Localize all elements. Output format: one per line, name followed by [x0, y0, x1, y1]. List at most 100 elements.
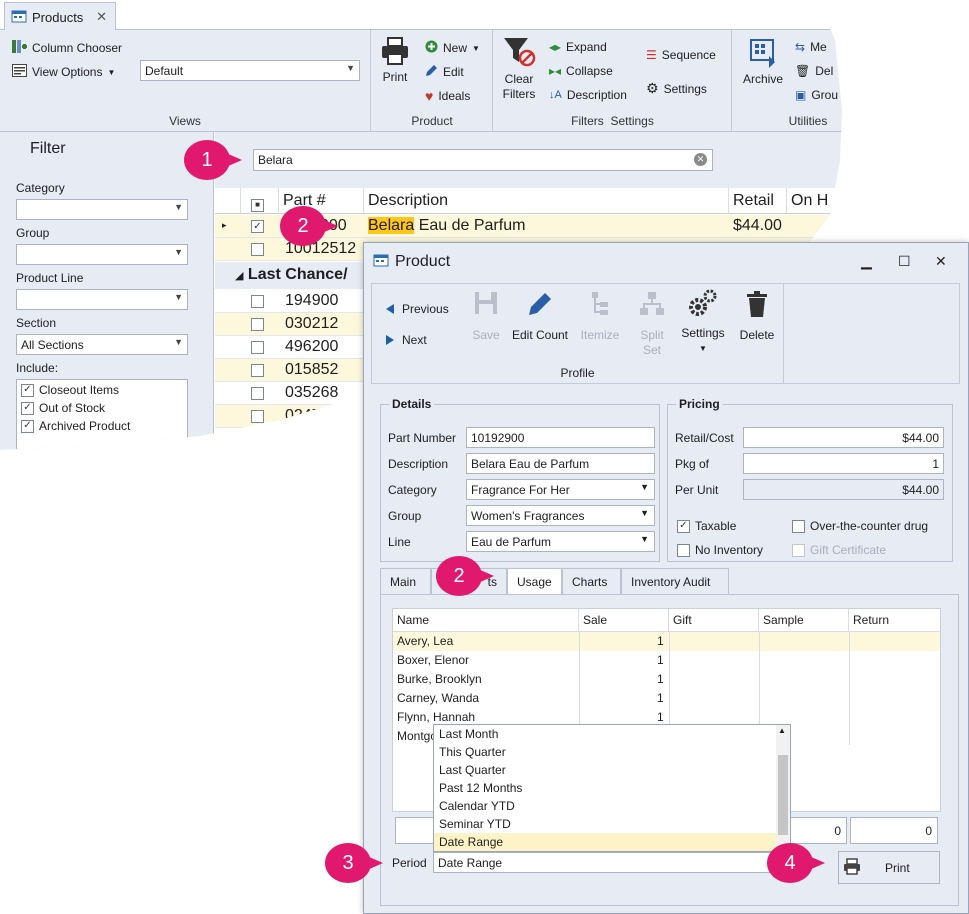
maximize-icon[interactable]: ☐: [898, 253, 911, 270]
group-label: Group: [16, 226, 50, 240]
pkg-of-field[interactable]: 1: [743, 453, 944, 474]
part-number-field[interactable]: 10192900: [466, 427, 655, 448]
header-description[interactable]: Description: [364, 188, 729, 214]
view-combo[interactable]: Default ▼: [140, 60, 360, 81]
close-icon[interactable]: ✕: [935, 253, 947, 270]
clear-search-icon[interactable]: ✕: [694, 153, 707, 166]
new-button[interactable]: New ▼: [425, 40, 480, 56]
include-archived[interactable]: ✓ Archived Product: [21, 419, 130, 433]
list-item[interactable]: This Quarter: [434, 743, 776, 761]
scrollbar[interactable]: ▲: [776, 725, 790, 851]
no-inventory-checkbox[interactable]: No Inventory: [677, 543, 763, 557]
sequence-button[interactable]: ☰ Sequence: [646, 48, 716, 62]
split-set-button[interactable]: Split Set: [630, 290, 674, 358]
list-item[interactable]: Last Month: [434, 725, 776, 743]
table-row[interactable]: Carney, Wanda 1: [393, 689, 940, 708]
header-on-hand[interactable]: On H: [787, 188, 842, 214]
settings-button[interactable]: Settings ▼: [678, 288, 728, 356]
save-button[interactable]: Save: [464, 290, 508, 343]
otc-drug-checkbox[interactable]: Over-the-counter drug: [792, 519, 928, 533]
list-item-selected[interactable]: Date Range: [434, 833, 776, 851]
include-closeout[interactable]: ✓ Closeout Items: [21, 383, 119, 397]
merge-button[interactable]: ⇆ Me: [795, 40, 827, 54]
row-checkbox[interactable]: [251, 433, 264, 446]
taxable-checkbox[interactable]: ✓ Taxable: [677, 519, 736, 533]
header-sample[interactable]: Sample: [759, 609, 849, 632]
minimize-icon[interactable]: ▁: [861, 253, 872, 270]
search-input[interactable]: Belara ✕: [253, 149, 713, 171]
table-row[interactable]: Burke, Brooklyn 1: [393, 670, 940, 689]
products-tab[interactable]: Products ✕: [4, 2, 116, 31]
row-checkbox[interactable]: [251, 387, 264, 400]
list-item[interactable]: Seminar YTD: [434, 815, 776, 833]
description-sort-button[interactable]: ↓A Description: [549, 88, 627, 102]
filters-settings-group: Clear Filters ◂▸ Expand ▸◂ Collapse ↓A D…: [494, 30, 732, 132]
group-button[interactable]: ▣ Grou: [795, 88, 838, 102]
print-usage-button[interactable]: Print: [838, 851, 940, 884]
row-checkbox[interactable]: ✓: [251, 220, 264, 233]
group-combo[interactable]: ▼: [16, 244, 188, 265]
print-button[interactable]: Print: [378, 36, 412, 85]
scroll-up-icon[interactable]: ▲: [778, 726, 786, 735]
settings-button[interactable]: ⚙ Settings: [646, 80, 707, 97]
archive-button[interactable]: Archive: [741, 38, 785, 87]
view-options-button[interactable]: View Options ▼: [12, 64, 115, 80]
column-chooser-button[interactable]: Column Chooser: [12, 40, 122, 56]
checkbox-checked[interactable]: ✓: [21, 383, 34, 397]
chevron-down-icon: ▼: [640, 482, 649, 492]
gift-certificate-checkbox[interactable]: Gift Certificate: [792, 543, 886, 557]
scrollbar-thumb[interactable]: [778, 755, 788, 835]
table-row[interactable]: Boxer, Elenor 1: [393, 651, 940, 670]
description-field[interactable]: Belara Eau de Parfum: [466, 453, 655, 474]
ideals-button[interactable]: ♥ Ideals: [425, 88, 470, 104]
tab-usage[interactable]: Usage: [507, 568, 562, 596]
period-select[interactable]: Date Range: [433, 852, 791, 873]
list-item[interactable]: Calendar YTD: [434, 797, 776, 815]
header-gift[interactable]: Gift: [669, 609, 759, 632]
edit-button[interactable]: Edit: [425, 64, 464, 80]
row-checkbox[interactable]: [251, 318, 264, 331]
header-retail[interactable]: Retail: [729, 188, 787, 214]
close-icon[interactable]: ✕: [96, 9, 107, 25]
row-checkbox[interactable]: [251, 341, 264, 354]
select-all-checkbox[interactable]: ■: [241, 188, 279, 214]
include-out-of-stock[interactable]: ✓ Out of Stock: [21, 401, 105, 415]
list-item[interactable]: Last Quarter: [434, 761, 776, 779]
list-item[interactable]: Past 12 Months: [434, 779, 776, 797]
category-combo[interactable]: ▼: [16, 199, 188, 220]
next-button[interactable]: Next: [386, 333, 427, 347]
line-select[interactable]: Eau de Parfum ▼: [466, 531, 655, 552]
clear-filters-button[interactable]: Clear Filters: [498, 36, 540, 102]
table-row[interactable]: Avery, Lea 1: [393, 632, 940, 651]
tab-charts[interactable]: Charts: [562, 568, 621, 595]
checkbox-checked[interactable]: ✓: [21, 401, 34, 415]
retail-cost-field[interactable]: $44.00: [743, 427, 944, 448]
header-sale[interactable]: Sale: [579, 609, 669, 632]
callout-2-tab: 2: [436, 556, 494, 596]
delete-button[interactable]: Delete: [733, 290, 781, 343]
category-select[interactable]: Fragrance For Her ▼: [466, 479, 655, 500]
checkbox-checked[interactable]: ✓: [21, 419, 34, 433]
tab-inventory-audit[interactable]: Inventory Audit: [621, 568, 729, 595]
row-checkbox[interactable]: [251, 364, 264, 377]
delete-button[interactable]: 🗑 Del: [795, 64, 833, 78]
filters-settings-group-label: Filters Settings: [571, 114, 654, 128]
row-checkbox[interactable]: [251, 243, 264, 256]
previous-button[interactable]: Previous: [386, 302, 449, 316]
row-checkbox[interactable]: [251, 410, 264, 423]
header-name[interactable]: Name: [393, 609, 579, 632]
group-select[interactable]: Women's Fragrances ▼: [466, 505, 655, 526]
product-line-combo[interactable]: ▼: [16, 289, 188, 310]
grid-header: ■ Part # Description Retail On H: [215, 188, 842, 214]
row-checkbox[interactable]: [251, 295, 264, 308]
collapse-button[interactable]: ▸◂ Collapse: [549, 64, 613, 78]
category-label: Category: [16, 181, 65, 195]
itemize-button[interactable]: Itemize: [575, 290, 625, 343]
edit-count-button[interactable]: Edit Count: [508, 290, 572, 343]
collapse-triangle-icon[interactable]: ◢: [235, 270, 243, 282]
header-return[interactable]: Return: [849, 609, 940, 632]
tab-main[interactable]: Main: [380, 568, 431, 595]
expand-button[interactable]: ◂▸ Expand: [549, 40, 607, 54]
arrow-left-icon: [386, 304, 394, 314]
section-combo[interactable]: All Sections ▼: [16, 334, 188, 355]
